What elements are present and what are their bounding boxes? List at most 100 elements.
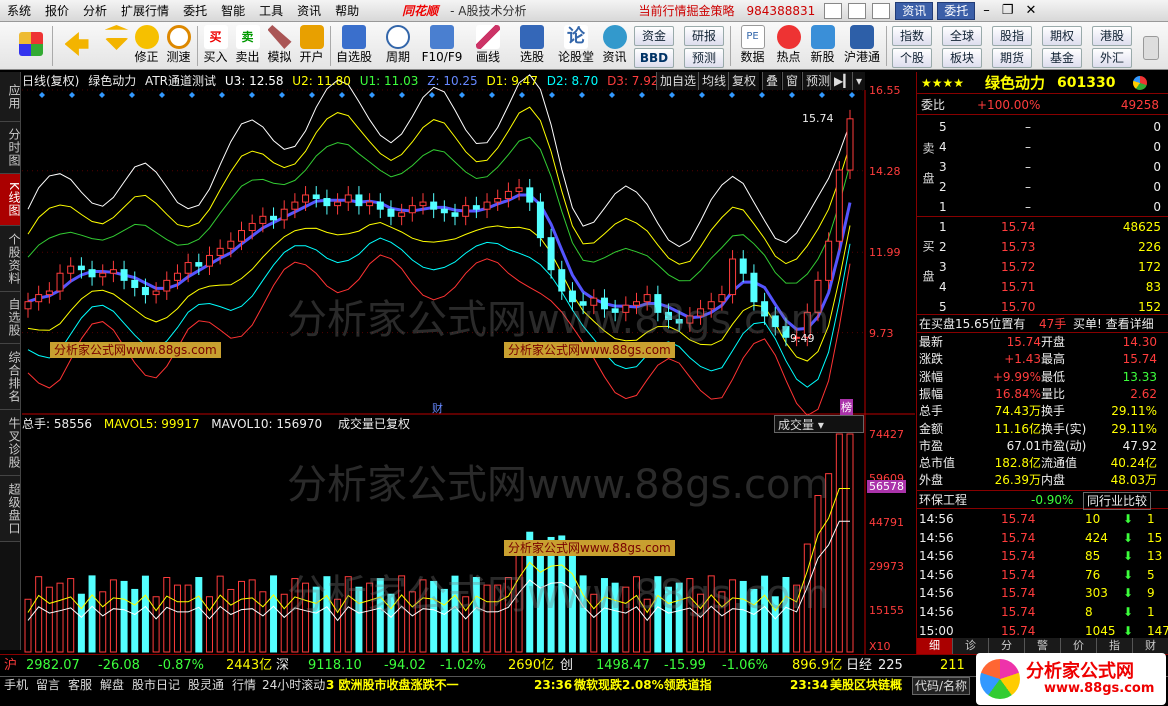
watchlist-button[interactable]: 自选股 bbox=[334, 24, 374, 68]
overlay-button[interactable]: 叠 bbox=[762, 72, 782, 90]
cy-label[interactable]: 创 bbox=[560, 655, 573, 677]
candle[interactable] bbox=[291, 201, 299, 210]
volume-bar[interactable] bbox=[472, 576, 480, 653]
rank-marker[interactable]: 榜 bbox=[840, 399, 853, 415]
single-stock-button[interactable]: 个股 bbox=[892, 48, 932, 68]
status-quote[interactable]: 行情 bbox=[232, 677, 256, 693]
menu-ext-quote[interactable]: 扩展行情 bbox=[114, 0, 176, 22]
forex-button[interactable]: 外汇 bbox=[1092, 48, 1132, 68]
candle[interactable] bbox=[697, 308, 705, 317]
candle[interactable] bbox=[643, 294, 651, 303]
candle[interactable] bbox=[77, 265, 85, 271]
candle[interactable] bbox=[408, 205, 416, 214]
buy-level-row[interactable]: 2 15.73 226 bbox=[917, 238, 1168, 257]
volume-bar[interactable] bbox=[376, 578, 384, 653]
volume-bar[interactable] bbox=[739, 580, 747, 653]
trade-button[interactable]: 委托 bbox=[937, 1, 976, 20]
candle[interactable] bbox=[120, 269, 128, 281]
volume-bar[interactable] bbox=[334, 598, 342, 653]
volume-bar[interactable] bbox=[131, 588, 139, 653]
status-message[interactable]: 留言 bbox=[36, 677, 60, 693]
volume-bar[interactable] bbox=[312, 586, 320, 653]
open-account-button[interactable]: 开户 bbox=[295, 24, 328, 68]
volume-bar[interactable] bbox=[408, 591, 416, 653]
window-button[interactable]: 窗 bbox=[782, 72, 802, 90]
ma-button[interactable]: 均线 bbox=[698, 72, 730, 90]
sell-button[interactable]: 卖卖出 bbox=[231, 24, 264, 68]
research-button[interactable]: 研报 bbox=[684, 26, 724, 46]
candle[interactable] bbox=[312, 194, 320, 200]
candle[interactable] bbox=[67, 265, 75, 274]
volume-bar[interactable] bbox=[398, 575, 406, 653]
sell-level-row[interactable]: 1 – 0 bbox=[917, 198, 1168, 217]
volume-bar[interactable] bbox=[99, 591, 107, 653]
period-button[interactable]: 周期 bbox=[378, 24, 418, 68]
volume-bar[interactable] bbox=[568, 547, 576, 653]
volume-bar[interactable] bbox=[632, 576, 640, 653]
candle[interactable] bbox=[88, 269, 96, 278]
tab-profile[interactable]: 个股资料 bbox=[0, 226, 21, 292]
volume-bar[interactable] bbox=[803, 543, 811, 653]
volume-bar[interactable] bbox=[387, 593, 395, 653]
news-3[interactable]: 美股区块链概 bbox=[830, 677, 902, 693]
volume-bar[interactable] bbox=[814, 495, 822, 653]
industry-compare-button[interactable]: 同行业比较 bbox=[1083, 492, 1152, 510]
volume-bar[interactable] bbox=[579, 575, 587, 653]
volume-bar[interactable] bbox=[366, 582, 374, 653]
status-diary[interactable]: 股市日记 bbox=[132, 677, 180, 693]
kline-chart[interactable]: 日线(复权) 绿色动力 ATR通道测试 U3: 12.58 U2: 11.80 … bbox=[22, 72, 915, 654]
candle[interactable] bbox=[259, 215, 267, 224]
buy-level-row[interactable]: 3 15.72 172 bbox=[917, 258, 1168, 277]
menu-quote[interactable]: 报价 bbox=[38, 0, 76, 22]
simulate-button[interactable]: 模拟 bbox=[263, 24, 296, 68]
adjust-button[interactable]: 复权 bbox=[728, 72, 760, 90]
back-icon[interactable] bbox=[60, 24, 93, 68]
volume-bar[interactable] bbox=[761, 575, 769, 653]
fix-button[interactable]: 修正 bbox=[130, 24, 163, 68]
volume-bar[interactable] bbox=[483, 584, 491, 653]
volume-bar[interactable] bbox=[248, 579, 256, 653]
candle[interactable] bbox=[462, 205, 470, 217]
volume-bar[interactable] bbox=[835, 433, 843, 653]
status-analysis[interactable]: 解盘 bbox=[100, 677, 124, 693]
candle[interactable] bbox=[686, 315, 694, 324]
volume-bar[interactable] bbox=[771, 596, 779, 653]
candle[interactable] bbox=[24, 301, 32, 310]
volume-bar[interactable] bbox=[163, 577, 171, 653]
capital-button[interactable]: 资金 bbox=[634, 26, 674, 46]
volume-bar[interactable] bbox=[291, 578, 299, 653]
volume-bar[interactable] bbox=[675, 582, 683, 653]
candle[interactable] bbox=[835, 169, 843, 242]
candle[interactable] bbox=[45, 290, 53, 296]
buy-level-row[interactable]: 4 15.71 83 bbox=[917, 278, 1168, 297]
candle[interactable] bbox=[782, 326, 790, 338]
candle[interactable] bbox=[665, 311, 673, 320]
news-2[interactable]: 微软现跌2.08%领跌道指 bbox=[574, 677, 712, 693]
forecast-button[interactable]: 预测 bbox=[684, 48, 724, 68]
candle[interactable] bbox=[152, 290, 160, 296]
detail-tab[interactable]: 诊 bbox=[953, 638, 989, 654]
volume-bar[interactable] bbox=[462, 596, 470, 653]
volume-bar[interactable] bbox=[707, 575, 715, 653]
news-button[interactable]: 资讯 bbox=[895, 1, 934, 20]
volume-bar[interactable] bbox=[205, 596, 213, 653]
monitor-icon[interactable] bbox=[872, 2, 891, 19]
menu-smart[interactable]: 智能 bbox=[214, 0, 252, 22]
volume-bar[interactable] bbox=[782, 576, 790, 653]
volume-bar[interactable] bbox=[515, 552, 523, 653]
up-down-icon[interactable] bbox=[100, 24, 133, 68]
candle[interactable] bbox=[248, 222, 256, 232]
sector-button[interactable]: 板块 bbox=[942, 48, 982, 68]
candle[interactable] bbox=[344, 194, 352, 203]
candle[interactable] bbox=[622, 304, 630, 313]
candle[interactable] bbox=[654, 294, 662, 313]
tab-diagnose[interactable]: 牛叉诊股 bbox=[0, 410, 21, 476]
menu-help[interactable]: 帮助 bbox=[328, 0, 366, 22]
candle[interactable] bbox=[430, 201, 438, 210]
add-watchlist-button[interactable]: 加自选 bbox=[656, 72, 700, 90]
new-stock-button[interactable]: 新股 bbox=[806, 24, 839, 68]
volume-bar[interactable] bbox=[67, 578, 75, 653]
volume-bar[interactable] bbox=[88, 575, 96, 653]
pie-icon[interactable] bbox=[1133, 76, 1147, 90]
sell-level-row[interactable]: 5 – 0 bbox=[917, 118, 1168, 137]
